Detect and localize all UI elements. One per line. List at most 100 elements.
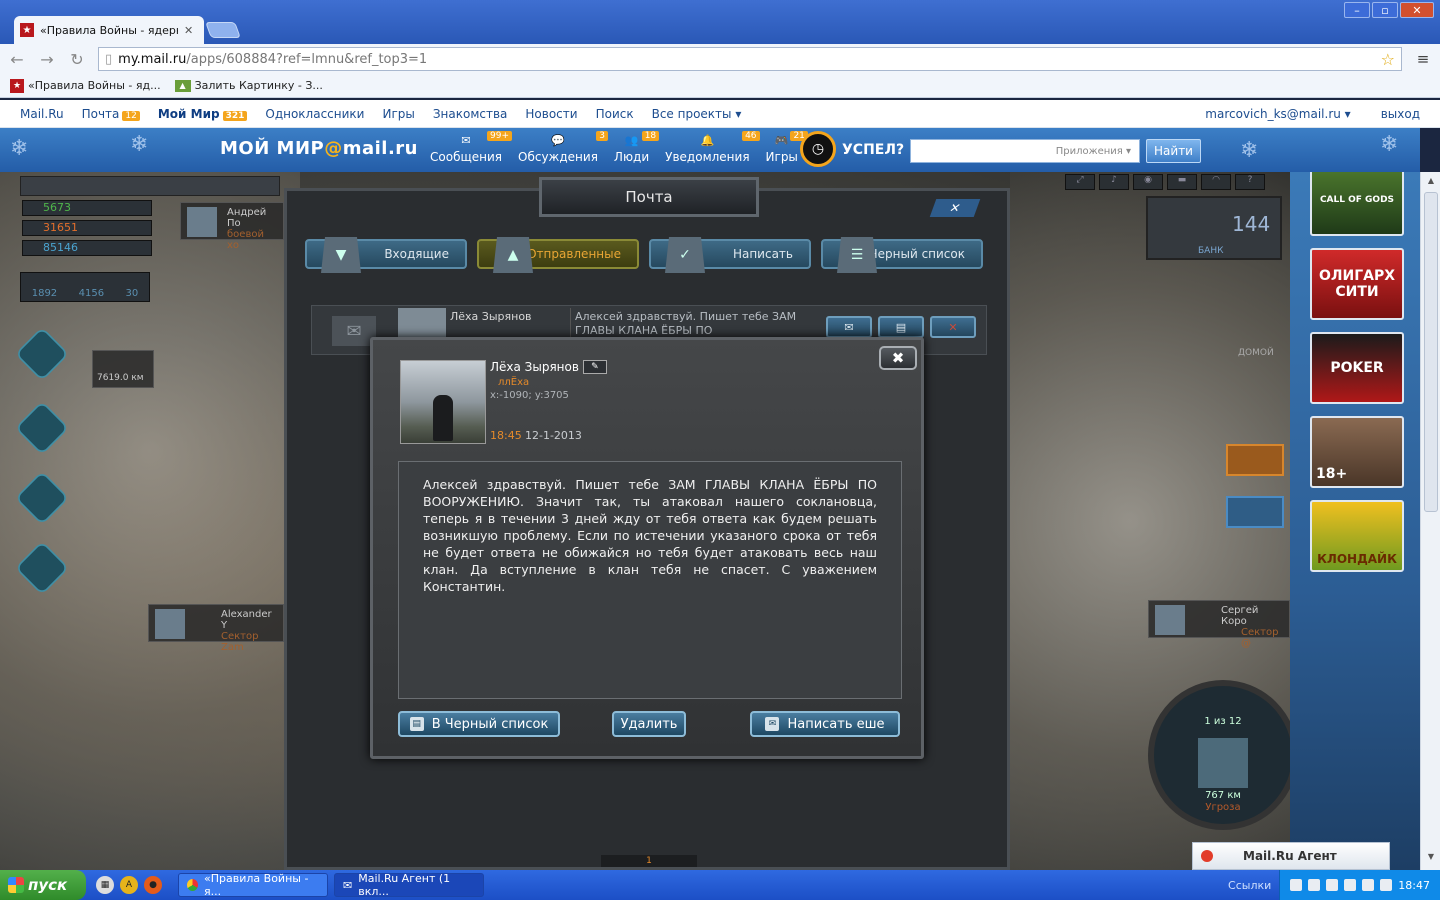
blacklist-button[interactable]: ▤ В Черный список	[398, 711, 560, 737]
nav-label: Люди	[613, 150, 650, 164]
delete-button[interactable]: Удалить	[612, 711, 686, 737]
taskbar-item-agent[interactable]: ✉ Mail.Ru Агент (1 вкл...	[334, 872, 484, 898]
layer-toggle-button[interactable]	[1226, 496, 1284, 528]
player-marker[interactable]: Сергей Коро Сектор @	[1148, 600, 1290, 649]
window-controls: – ▫ ✕	[1344, 2, 1434, 18]
nav-games[interactable]: Игры	[382, 107, 414, 121]
nav-games-mir[interactable]: 🎮 21 Игры	[766, 131, 808, 164]
nav-people[interactable]: 👥 18 Люди	[613, 131, 660, 164]
ad-adult[interactable]: 18+	[1310, 416, 1404, 488]
scroll-up-icon[interactable]: ▲	[1424, 176, 1438, 190]
write-more-button[interactable]: ✉ Написать еше	[750, 711, 900, 737]
new-tab-button[interactable]	[205, 22, 241, 38]
player-marker[interactable]: Alexander Y Сектор Zam	[148, 604, 284, 653]
bookmark-star-icon[interactable]: ☆	[1381, 50, 1395, 69]
stat-value: 4156	[78, 288, 105, 299]
player-marker[interactable]: 7619.0 км	[92, 350, 154, 388]
desktop-icon[interactable]: ▦	[96, 876, 114, 894]
dialog-close-button[interactable]: ✖	[879, 346, 917, 370]
nav-all-projects[interactable]: Все проекты ▾	[652, 107, 742, 121]
apps-search-input[interactable]: Приложения ▾	[910, 139, 1140, 163]
sender-name[interactable]: Лёха Зырянов	[490, 360, 579, 374]
nav-moy-mir[interactable]: Мой Мир 321	[158, 107, 248, 121]
ad-oligarh-city[interactable]: ОЛИГАРХ СИТИ	[1310, 248, 1404, 320]
maximize-button[interactable]: ▫	[1372, 2, 1398, 18]
nav-news[interactable]: Новости	[525, 107, 577, 121]
uspel-label[interactable]: УСПЕЛ?	[842, 142, 904, 158]
ad-klondike[interactable]: КЛОНДАЙК	[1310, 500, 1404, 572]
home-label[interactable]: ДОМОЙ	[1238, 348, 1274, 358]
wifi-icon[interactable]: ◠	[1201, 174, 1231, 190]
tray-icon[interactable]	[1362, 879, 1375, 891]
player-marker[interactable]: Андрей По боевой хо	[180, 202, 284, 251]
scroll-thumb[interactable]	[1424, 192, 1438, 512]
nav-odnoklassniki[interactable]: Одноклассники	[265, 107, 364, 121]
mail-close-button[interactable]: ✕	[929, 199, 981, 217]
fullscreen-icon[interactable]: ⤢	[1065, 174, 1095, 190]
user-menu[interactable]: marcovich_ks@mail.ru ▾	[1205, 107, 1350, 121]
tray-icon[interactable]	[1290, 879, 1303, 891]
tray-icon[interactable]	[1308, 879, 1321, 891]
reload-icon[interactable]: ↻	[68, 50, 86, 69]
tray-icon[interactable]	[1344, 879, 1357, 891]
clock-icon[interactable]: ◷	[800, 131, 836, 167]
minimize-button[interactable]: –	[1344, 2, 1370, 18]
scroll-down-icon[interactable]: ▼	[1424, 852, 1438, 866]
delete-row-button[interactable]: ✕	[930, 316, 976, 338]
sender-photo	[400, 360, 486, 444]
sound-icon[interactable]: ♪	[1099, 174, 1129, 190]
nav-mailru[interactable]: Mail.Ru	[20, 107, 64, 121]
bookmark-item[interactable]: ★ «Правила Войны - яд...	[10, 78, 161, 93]
tray-icon[interactable]	[1326, 879, 1339, 891]
logo-at: @	[324, 138, 343, 159]
page-scrollbar[interactable]: ▲ ▼	[1420, 172, 1440, 870]
bookmark-item[interactable]: ▲ Залить Картинку - З...	[174, 79, 323, 92]
volume-icon[interactable]	[1380, 879, 1393, 891]
forward-arrow-icon[interactable]: →	[38, 50, 56, 69]
ad-poker[interactable]: POKER	[1310, 332, 1404, 404]
search-scope[interactable]: Приложения ▾	[1056, 146, 1131, 157]
blacklist-row-button[interactable]: ▤	[878, 316, 924, 338]
radar-widget[interactable]: 1 из 12 767 км Угроза	[1148, 680, 1298, 830]
help-icon[interactable]: ?	[1235, 174, 1265, 190]
star-favicon-icon: ★	[10, 78, 24, 93]
tab-close-icon[interactable]: ✕	[184, 24, 193, 37]
army-stats: 1892 4156 30	[20, 272, 150, 302]
bank-widget[interactable]: 144 БАНК	[1146, 196, 1282, 260]
nav-notifications[interactable]: 🔔 46 Уведомления	[665, 131, 760, 164]
tab-blacklist[interactable]: ☰ Черный список	[821, 237, 983, 273]
flag-icon[interactable]: ▬	[1167, 174, 1197, 190]
sender-coords[interactable]: x:-1090; y:3705	[490, 390, 569, 401]
app-icon[interactable]: A	[120, 876, 138, 894]
find-button[interactable]: Найти	[1146, 139, 1201, 163]
start-button[interactable]: пуск	[0, 870, 86, 900]
logout-link[interactable]: выход	[1381, 107, 1420, 121]
nav-search[interactable]: Поиск	[596, 107, 634, 121]
moy-mir-logo[interactable]: МОЙ МИР@mail.ru	[220, 138, 418, 159]
nav-messages[interactable]: ✉ 99+ Сообщения	[430, 131, 513, 164]
pencil-icon[interactable]: ✎	[582, 360, 607, 374]
back-arrow-icon[interactable]: ←	[8, 50, 26, 69]
tray-clock[interactable]: 18:47	[1398, 879, 1430, 892]
taskbar-item-chrome[interactable]: «Правила Войны - я...	[178, 872, 328, 898]
browser-icon[interactable]: ●	[144, 876, 162, 894]
tab-sent[interactable]: ▲ Отправленные	[477, 237, 639, 273]
address-bar[interactable]: ▯ my.mail.ru/apps/608884?ref=lmnu&ref_to…	[98, 47, 1402, 71]
nav-dating[interactable]: Знакомства	[433, 107, 508, 121]
mailru-agent-bar[interactable]: Mail.Ru Агент	[1192, 842, 1390, 870]
browser-tab[interactable]: ★ «Правила Войны - ядерная ✕	[14, 16, 204, 44]
tab-inbox[interactable]: ▼ Входящие	[305, 237, 467, 273]
reply-button[interactable]: ✉	[826, 316, 872, 338]
nav-pochta[interactable]: Почта 12	[82, 107, 140, 121]
message-time: 18:45	[490, 429, 522, 442]
wrench-menu-icon[interactable]: ≡	[1414, 50, 1432, 68]
window-close-button[interactable]: ✕	[1400, 2, 1434, 18]
links-toolbar[interactable]: Ссылки	[1228, 879, 1271, 892]
tab-compose[interactable]: ✓ Написать	[649, 237, 811, 273]
ad-call-of-gods[interactable]: CALL OF GODS	[1310, 172, 1404, 236]
layer-toggle-button[interactable]	[1226, 444, 1284, 476]
start-label: пуск	[28, 876, 68, 894]
eye-icon[interactable]: ◉	[1133, 174, 1163, 190]
nav-discussions[interactable]: 💬 3 Обсуждения	[518, 131, 608, 164]
tab-label: Написать	[732, 247, 793, 261]
